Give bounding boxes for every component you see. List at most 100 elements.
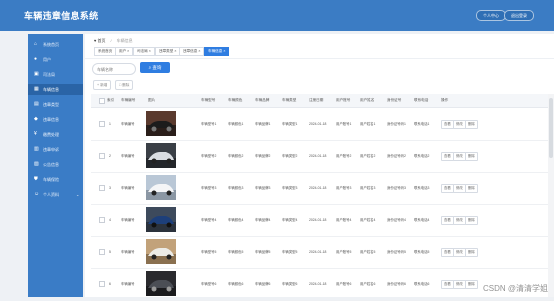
sidebar-item-payment[interactable]: ¥ 缴费处理	[28, 129, 83, 140]
breadcrumb: ♥ 首页 / 车辆信息	[94, 38, 133, 44]
appeal-icon: ▥	[34, 146, 39, 152]
sidebar-item-violation-type[interactable]: ▤ 违章类型	[28, 99, 83, 110]
scrollbar-thumb[interactable]	[549, 98, 553, 158]
cell-name: 用户姓名1	[360, 122, 376, 126]
column-header: 注册日期	[309, 98, 324, 102]
profile-button[interactable]: 个人中心	[476, 10, 506, 21]
cell-model: 车辆型号1	[201, 122, 217, 126]
row-checkbox[interactable]	[99, 249, 105, 255]
cell-phone: 联系电话6	[414, 282, 430, 286]
cell-type: 车辆类型2	[282, 154, 298, 158]
cell-vehicle-no: 车辆编号	[121, 282, 135, 286]
row-delete-button[interactable]: 删除	[465, 248, 478, 257]
cell-brand: 车辆品牌1	[255, 122, 271, 126]
view-button[interactable]: 查看	[441, 248, 454, 257]
sidebar-item-label: 违章信息	[43, 117, 59, 122]
tag-home[interactable]: 系统首页	[94, 47, 117, 56]
edit-button[interactable]: 修改	[453, 184, 466, 193]
cell-name: 用户姓名5	[360, 250, 376, 254]
cell-type: 车辆类型4	[282, 218, 298, 222]
cell-name: 用户姓名6	[360, 282, 376, 286]
query-button[interactable]: ⌕ 查询	[140, 62, 170, 73]
sidebar-item-insurance[interactable]: ⛊ 车辆保险	[28, 174, 83, 185]
cell-account: 用户账号2	[336, 154, 352, 158]
cell-model: 车辆型号6	[201, 282, 217, 286]
search-input[interactable]	[93, 64, 137, 74]
row-delete-button[interactable]: 删除	[465, 184, 478, 193]
cell-index: 4	[109, 218, 111, 222]
row-delete-button[interactable]: 删除	[465, 152, 478, 161]
row-checkbox[interactable]	[99, 185, 105, 191]
select-all-checkbox[interactable]	[99, 98, 105, 104]
cell-model: 车辆型号5	[201, 250, 217, 254]
row-checkbox[interactable]	[99, 153, 105, 159]
logout-button[interactable]: 退出登录	[504, 10, 534, 21]
view-button[interactable]: 查看	[441, 184, 454, 193]
vehicle-photo	[146, 239, 176, 264]
cell-type: 车辆类型5	[282, 250, 298, 254]
edit-button[interactable]: 修改	[453, 152, 466, 161]
column-header: 图片	[148, 98, 156, 102]
edit-button[interactable]: 修改	[453, 120, 466, 129]
sidebar-item-user[interactable]: ● 用户	[28, 54, 83, 65]
tag-violation[interactable]: 违章信息 ×	[179, 47, 205, 56]
sidebar-item-label: 违章申诉	[43, 147, 59, 152]
sidebar-item-violation[interactable]: ◆ 违章信息	[28, 114, 83, 125]
column-header: 用户账号	[336, 98, 351, 102]
cell-color: 车辆颜色4	[228, 218, 244, 222]
vertical-scrollbar[interactable]	[548, 94, 554, 297]
add-button[interactable]: + 新增	[93, 80, 112, 90]
row-checkbox[interactable]	[99, 281, 105, 287]
sidebar-item-notice[interactable]: ▧ 公告信息	[28, 159, 83, 170]
delete-button[interactable]: □ 删除	[115, 80, 134, 90]
chevron-down-icon: ⌄	[76, 192, 80, 197]
cell-index: 6	[109, 282, 111, 286]
edit-button[interactable]: 修改	[453, 280, 466, 289]
table-row: 1 车辆编号 车辆型号1 车辆颜色1 车辆品牌1 车辆类型1 2024-01-1…	[91, 108, 554, 141]
edit-button[interactable]: 修改	[453, 216, 466, 225]
shield-icon: ⛊	[34, 176, 38, 182]
vehicle-photo	[146, 207, 176, 232]
row-checkbox[interactable]	[99, 217, 105, 223]
tag-justice[interactable]: 司法局 ×	[133, 47, 155, 56]
cell-color: 车辆颜色1	[228, 122, 244, 126]
search-box	[92, 63, 137, 75]
tag-user[interactable]: 用户 ×	[115, 47, 134, 56]
view-button[interactable]: 查看	[441, 120, 454, 129]
view-button[interactable]: 查看	[441, 280, 454, 289]
person-icon: ☺	[34, 191, 40, 197]
watermark: CSDN @清清学姐	[482, 284, 548, 293]
cell-account: 用户账号4	[336, 218, 352, 222]
row-delete-button[interactable]: 删除	[465, 216, 478, 225]
breadcrumb-separator: /	[110, 38, 112, 43]
view-button[interactable]: 查看	[441, 152, 454, 161]
sidebar-item-appeal[interactable]: ▥ 违章申诉	[28, 144, 83, 155]
sidebar-item-vehicle[interactable]: ▦ 车辆信息	[28, 84, 83, 95]
cell-color: 车辆颜色2	[228, 154, 244, 158]
sidebar-item-profile[interactable]: ☺ 个人资料 ⌄	[28, 189, 83, 200]
row-checkbox[interactable]	[99, 121, 105, 127]
sidebar-item-label: 个人资料	[43, 192, 59, 197]
cell-account: 用户账号6	[336, 282, 352, 286]
tag-violation-type[interactable]: 违章类型 ×	[155, 47, 181, 56]
sidebar-item-justice[interactable]: ▣ 司法局	[28, 69, 83, 80]
cell-index: 3	[109, 186, 111, 190]
row-delete-button[interactable]: 删除	[465, 120, 478, 129]
view-button[interactable]: 查看	[441, 216, 454, 225]
column-header: 车辆品牌	[255, 98, 270, 102]
column-header: 用户姓名	[360, 98, 375, 102]
building-icon: ▣	[34, 71, 39, 77]
cell-model: 车辆型号2	[201, 154, 217, 158]
row-delete-button[interactable]: 删除	[465, 280, 478, 289]
tag-vehicle[interactable]: 车辆信息 ×	[204, 47, 230, 56]
breadcrumb-home[interactable]: 首页	[98, 38, 106, 43]
sidebar-item-home[interactable]: ⌂ 系统首页	[28, 39, 83, 50]
sidebar-item-label: 用户	[43, 57, 51, 62]
cell-color: 车辆颜色3	[228, 186, 244, 190]
column-header: 车辆型号	[201, 98, 216, 102]
edit-button[interactable]: 修改	[453, 248, 466, 257]
home-icon: ⌂	[34, 41, 38, 47]
sidebar-item-label: 车辆信息	[43, 87, 59, 92]
cell-type: 车辆类型1	[282, 122, 298, 126]
cell-date: 2024-01-18	[309, 122, 327, 126]
